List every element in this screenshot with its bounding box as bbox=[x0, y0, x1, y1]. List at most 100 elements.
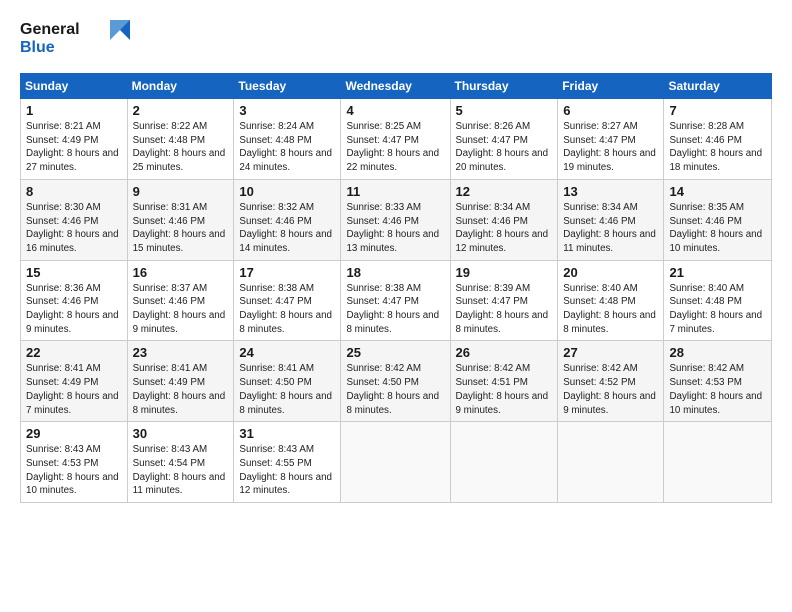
day-info: Sunrise: 8:25 AMSunset: 4:47 PMDaylight:… bbox=[346, 120, 444, 175]
calendar-cell bbox=[558, 422, 664, 503]
day-number: 15 bbox=[26, 265, 122, 280]
calendar-cell: 25 Sunrise: 8:42 AMSunset: 4:50 PMDayligh… bbox=[341, 341, 450, 422]
calendar-cell: 19 Sunrise: 8:39 AMSunset: 4:47 PMDayligh… bbox=[450, 260, 558, 341]
calendar-cell: 23 Sunrise: 8:41 AMSunset: 4:49 PMDayligh… bbox=[127, 341, 234, 422]
day-number: 8 bbox=[26, 184, 122, 199]
calendar-cell: 5 Sunrise: 8:26 AMSunset: 4:47 PMDaylight… bbox=[450, 99, 558, 180]
day-info: Sunrise: 8:42 AMSunset: 4:52 PMDaylight:… bbox=[563, 362, 658, 417]
day-info: Sunrise: 8:43 AMSunset: 4:53 PMDaylight:… bbox=[26, 443, 122, 498]
day-info: Sunrise: 8:31 AMSunset: 4:46 PMDaylight:… bbox=[133, 201, 229, 256]
day-info: Sunrise: 8:38 AMSunset: 4:47 PMDaylight:… bbox=[239, 282, 335, 337]
day-info: Sunrise: 8:40 AMSunset: 4:48 PMDaylight:… bbox=[563, 282, 658, 337]
day-info: Sunrise: 8:22 AMSunset: 4:48 PMDaylight:… bbox=[133, 120, 229, 175]
calendar-cell: 28 Sunrise: 8:42 AMSunset: 4:53 PMDayligh… bbox=[664, 341, 772, 422]
day-number: 18 bbox=[346, 265, 444, 280]
page: General Blue SundayMondayTuesdayWednesda… bbox=[0, 0, 792, 612]
calendar-cell: 8 Sunrise: 8:30 AMSunset: 4:46 PMDaylight… bbox=[21, 179, 128, 260]
day-number: 31 bbox=[239, 426, 335, 441]
calendar-cell: 24Sunrise: 8:41 AMSunset: 4:50 PMDayligh… bbox=[234, 341, 341, 422]
day-info: Sunrise: 8:42 AMSunset: 4:50 PMDaylight:… bbox=[346, 362, 444, 417]
calendar-cell: 7Sunrise: 8:28 AMSunset: 4:46 PMDaylight… bbox=[664, 99, 772, 180]
svg-text:Blue: Blue bbox=[20, 39, 55, 56]
day-number: 7 bbox=[669, 103, 766, 118]
day-number: 2 bbox=[133, 103, 229, 118]
day-info: Sunrise: 8:21 AMSunset: 4:49 PMDaylight:… bbox=[26, 120, 122, 175]
column-header-thursday: Thursday bbox=[450, 74, 558, 99]
day-info: Sunrise: 8:32 AMSunset: 4:46 PMDaylight:… bbox=[239, 201, 335, 256]
day-number: 19 bbox=[456, 265, 553, 280]
calendar-cell: 22Sunrise: 8:41 AMSunset: 4:49 PMDayligh… bbox=[21, 341, 128, 422]
column-header-monday: Monday bbox=[127, 74, 234, 99]
calendar-cell: 26 Sunrise: 8:42 AMSunset: 4:51 PMDayligh… bbox=[450, 341, 558, 422]
calendar-cell: 11Sunrise: 8:33 AMSunset: 4:46 PMDayligh… bbox=[341, 179, 450, 260]
calendar-cell: 21 Sunrise: 8:40 AMSunset: 4:48 PMDayligh… bbox=[664, 260, 772, 341]
day-number: 25 bbox=[346, 345, 444, 360]
calendar-cell: 18 Sunrise: 8:38 AMSunset: 4:47 PMDayligh… bbox=[341, 260, 450, 341]
calendar-body: 1Sunrise: 8:21 AMSunset: 4:49 PMDaylight… bbox=[21, 99, 772, 503]
day-number: 14 bbox=[669, 184, 766, 199]
svg-text:General: General bbox=[20, 21, 80, 38]
calendar-cell: 16 Sunrise: 8:37 AMSunset: 4:46 PMDayligh… bbox=[127, 260, 234, 341]
calendar-cell: 20 Sunrise: 8:40 AMSunset: 4:48 PMDayligh… bbox=[558, 260, 664, 341]
day-number: 17 bbox=[239, 265, 335, 280]
day-number: 16 bbox=[133, 265, 229, 280]
day-info: Sunrise: 8:40 AMSunset: 4:48 PMDaylight:… bbox=[669, 282, 766, 337]
week-row-3: 15Sunrise: 8:36 AMSunset: 4:46 PMDayligh… bbox=[21, 260, 772, 341]
day-info: Sunrise: 8:41 AMSunset: 4:49 PMDaylight:… bbox=[133, 362, 229, 417]
week-row-5: 29 Sunrise: 8:43 AMSunset: 4:53 PMDayligh… bbox=[21, 422, 772, 503]
calendar-cell: 17 Sunrise: 8:38 AMSunset: 4:47 PMDayligh… bbox=[234, 260, 341, 341]
day-number: 28 bbox=[669, 345, 766, 360]
day-number: 30 bbox=[133, 426, 229, 441]
day-info: Sunrise: 8:42 AMSunset: 4:51 PMDaylight:… bbox=[456, 362, 553, 417]
day-number: 4 bbox=[346, 103, 444, 118]
calendar-cell: 13Sunrise: 8:34 AMSunset: 4:46 PMDayligh… bbox=[558, 179, 664, 260]
column-header-wednesday: Wednesday bbox=[341, 74, 450, 99]
calendar-cell: 29 Sunrise: 8:43 AMSunset: 4:53 PMDayligh… bbox=[21, 422, 128, 503]
day-info: Sunrise: 8:34 AMSunset: 4:46 PMDaylight:… bbox=[456, 201, 553, 256]
day-number: 5 bbox=[456, 103, 553, 118]
calendar-cell: 4 Sunrise: 8:25 AMSunset: 4:47 PMDaylight… bbox=[341, 99, 450, 180]
day-number: 13 bbox=[563, 184, 658, 199]
day-number: 27 bbox=[563, 345, 658, 360]
day-info: Sunrise: 8:39 AMSunset: 4:47 PMDaylight:… bbox=[456, 282, 553, 337]
calendar-cell: 2 Sunrise: 8:22 AMSunset: 4:48 PMDaylight… bbox=[127, 99, 234, 180]
calendar-table: SundayMondayTuesdayWednesdayThursdayFrid… bbox=[20, 73, 772, 503]
day-info: Sunrise: 8:43 AMSunset: 4:54 PMDaylight:… bbox=[133, 443, 229, 498]
calendar-cell: 10Sunrise: 8:32 AMSunset: 4:46 PMDayligh… bbox=[234, 179, 341, 260]
day-number: 11 bbox=[346, 184, 444, 199]
day-number: 26 bbox=[456, 345, 553, 360]
calendar-cell: 27 Sunrise: 8:42 AMSunset: 4:52 PMDayligh… bbox=[558, 341, 664, 422]
column-header-sunday: Sunday bbox=[21, 74, 128, 99]
day-number: 9 bbox=[133, 184, 229, 199]
column-header-friday: Friday bbox=[558, 74, 664, 99]
column-header-tuesday: Tuesday bbox=[234, 74, 341, 99]
logo: General Blue bbox=[20, 16, 130, 65]
day-info: Sunrise: 8:38 AMSunset: 4:47 PMDaylight:… bbox=[346, 282, 444, 337]
calendar-cell bbox=[341, 422, 450, 503]
day-info: Sunrise: 8:35 AMSunset: 4:46 PMDaylight:… bbox=[669, 201, 766, 256]
header: General Blue bbox=[20, 16, 772, 65]
day-number: 29 bbox=[26, 426, 122, 441]
day-info: Sunrise: 8:27 AMSunset: 4:47 PMDaylight:… bbox=[563, 120, 658, 175]
day-info: Sunrise: 8:30 AMSunset: 4:46 PMDaylight:… bbox=[26, 201, 122, 256]
week-row-1: 1Sunrise: 8:21 AMSunset: 4:49 PMDaylight… bbox=[21, 99, 772, 180]
calendar-cell: 12 Sunrise: 8:34 AMSunset: 4:46 PMDayligh… bbox=[450, 179, 558, 260]
day-info: Sunrise: 8:37 AMSunset: 4:46 PMDaylight:… bbox=[133, 282, 229, 337]
day-info: Sunrise: 8:26 AMSunset: 4:47 PMDaylight:… bbox=[456, 120, 553, 175]
day-number: 24 bbox=[239, 345, 335, 360]
day-number: 6 bbox=[563, 103, 658, 118]
calendar-cell: 1Sunrise: 8:21 AMSunset: 4:49 PMDaylight… bbox=[21, 99, 128, 180]
day-number: 22 bbox=[26, 345, 122, 360]
calendar-cell: 30 Sunrise: 8:43 AMSunset: 4:54 PMDayligh… bbox=[127, 422, 234, 503]
day-number: 23 bbox=[133, 345, 229, 360]
calendar-cell: 15Sunrise: 8:36 AMSunset: 4:46 PMDayligh… bbox=[21, 260, 128, 341]
week-row-4: 22 Sunrise: 8:41 AMSunset: 4:49 PMDayligh… bbox=[21, 341, 772, 422]
day-number: 21 bbox=[669, 265, 766, 280]
calendar-cell: 14 Sunrise: 8:35 AMSunset: 4:46 PMDayligh… bbox=[664, 179, 772, 260]
day-info: Sunrise: 8:43 AMSunset: 4:55 PMDaylight:… bbox=[239, 443, 335, 498]
week-row-2: 8 Sunrise: 8:30 AMSunset: 4:46 PMDaylight… bbox=[21, 179, 772, 260]
day-info: Sunrise: 8:42 AMSunset: 4:53 PMDaylight:… bbox=[669, 362, 766, 417]
calendar-cell: 6 Sunrise: 8:27 AMSunset: 4:47 PMDaylight… bbox=[558, 99, 664, 180]
day-number: 12 bbox=[456, 184, 553, 199]
day-number: 20 bbox=[563, 265, 658, 280]
